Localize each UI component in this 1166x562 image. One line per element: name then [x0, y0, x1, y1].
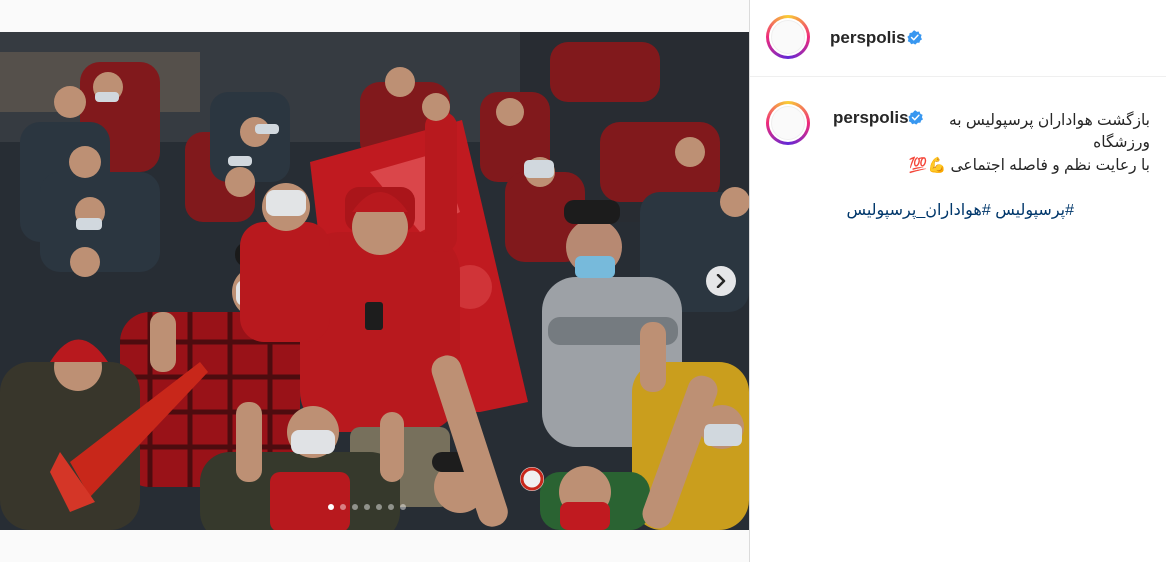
carousel-next-button[interactable] — [706, 266, 736, 296]
post-caption: بازگشت هواداران پرسپولیس به ورزشگاه با ر… — [834, 110, 1150, 177]
carousel-dot — [352, 504, 358, 510]
post-photo[interactable] — [0, 32, 749, 530]
verified-badge-icon — [907, 30, 922, 45]
caption-line-1: بازگشت هواداران پرسپولیس به — [948, 112, 1150, 129]
caption-hashtags: #پرسپولیس #هواداران_پرسپولیس — [834, 200, 1074, 220]
carousel-dot — [364, 504, 370, 510]
carousel-dot — [328, 504, 334, 510]
carousel-dot — [388, 504, 394, 510]
caption-avatar[interactable] — [766, 101, 810, 145]
avatar[interactable] — [766, 15, 810, 59]
caption-emojis: 💪💯 — [908, 156, 947, 174]
post-sidebar: perspolis perspolis بازگشت هواداران پرسپ… — [750, 0, 1166, 562]
post-media — [0, 0, 750, 562]
post-header: perspolis — [750, 0, 1166, 77]
header-username[interactable]: perspolis — [830, 28, 906, 48]
hashtag-perspolis[interactable]: #پرسپولیس — [995, 202, 1074, 219]
chevron-right-icon — [716, 274, 726, 288]
hashtag-perspolis-fans[interactable]: #هواداران_پرسپولیس — [846, 202, 990, 219]
instagram-post: perspolis perspolis بازگشت هواداران پرسپ… — [0, 0, 1166, 562]
caption-line-3: با رعایت نظم و فاصله اجتماعی 💪💯 — [834, 154, 1150, 177]
caption-line-2: ورزشگاه — [1093, 134, 1150, 151]
carousel-dot — [340, 504, 346, 510]
carousel-dot — [400, 504, 406, 510]
carousel-dot — [376, 504, 382, 510]
caption-line-3-text: با رعایت نظم و فاصله اجتماعی — [950, 157, 1150, 174]
carousel-indicator — [328, 504, 406, 510]
